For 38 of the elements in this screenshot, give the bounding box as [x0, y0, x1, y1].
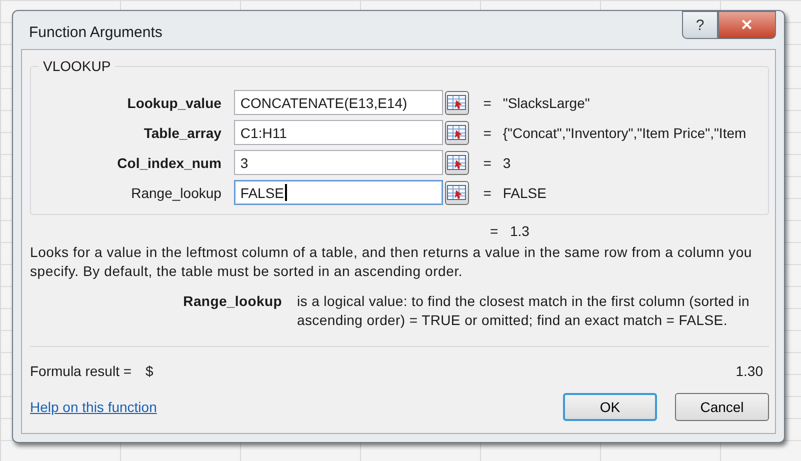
formula-result-value: 1.30 — [736, 363, 764, 379]
range-select-icon — [447, 125, 466, 140]
argument-input[interactable]: C1:H11 — [234, 120, 443, 145]
argument-result: {"Concat","Inventory","Item Price","Item — [502, 124, 748, 140]
range-select-icon — [447, 185, 466, 200]
argument-result: 3 — [502, 154, 512, 170]
equals-sign: = — [483, 94, 492, 110]
argument-label: Col_index_num — [116, 154, 222, 170]
formula-result-label: Formula result = — [30, 363, 132, 379]
group-title: VLOOKUP — [39, 58, 115, 74]
ok-button[interactable]: OK — [563, 393, 657, 421]
argument-name: Range_lookup — [182, 292, 283, 311]
argument-label: Lookup_value — [126, 94, 222, 110]
equals-sign: = — [490, 223, 500, 239]
argument-description: is a logical value: to find the closest match in the first column (sorted in ascending order) = TRUE or omitted; find an exact match = FALSE. — [297, 292, 751, 330]
function-description: Looks for a value in the leftmost column of a table, and then returns a value in the same row from a column you specify. By default, the table must be sorted in an ascending order. — [30, 243, 753, 281]
function-result: 1.3 — [510, 223, 530, 239]
range-select-icon — [447, 155, 466, 170]
argument-input[interactable]: 3 — [234, 150, 443, 175]
equals-sign: = — [483, 124, 492, 140]
range-select-icon — [447, 95, 466, 110]
argument-label: Table_array — [142, 124, 222, 140]
collapse-dialog-button[interactable] — [444, 90, 470, 114]
argument-result: "SlacksLarge" — [502, 94, 591, 110]
help-button[interactable]: ? — [682, 11, 718, 39]
collapse-dialog-button[interactable] — [444, 120, 470, 144]
argument-result: FALSE — [502, 184, 548, 200]
currency-symbol: $ — [146, 363, 154, 379]
collapse-dialog-button[interactable] — [444, 180, 470, 204]
collapse-dialog-button[interactable] — [444, 150, 470, 174]
window-title: Function Arguments — [28, 22, 162, 40]
argument-label: Range_lookup — [130, 184, 222, 200]
equals-sign: = — [483, 154, 492, 170]
equals-sign: = — [483, 184, 492, 200]
cancel-button[interactable]: Cancel — [675, 393, 769, 421]
argument-input[interactable]: FALSE — [234, 180, 443, 205]
argument-input[interactable]: CONCATENATE(E13,E14) — [234, 90, 443, 115]
help-link[interactable]: Help on this function — [30, 399, 157, 415]
